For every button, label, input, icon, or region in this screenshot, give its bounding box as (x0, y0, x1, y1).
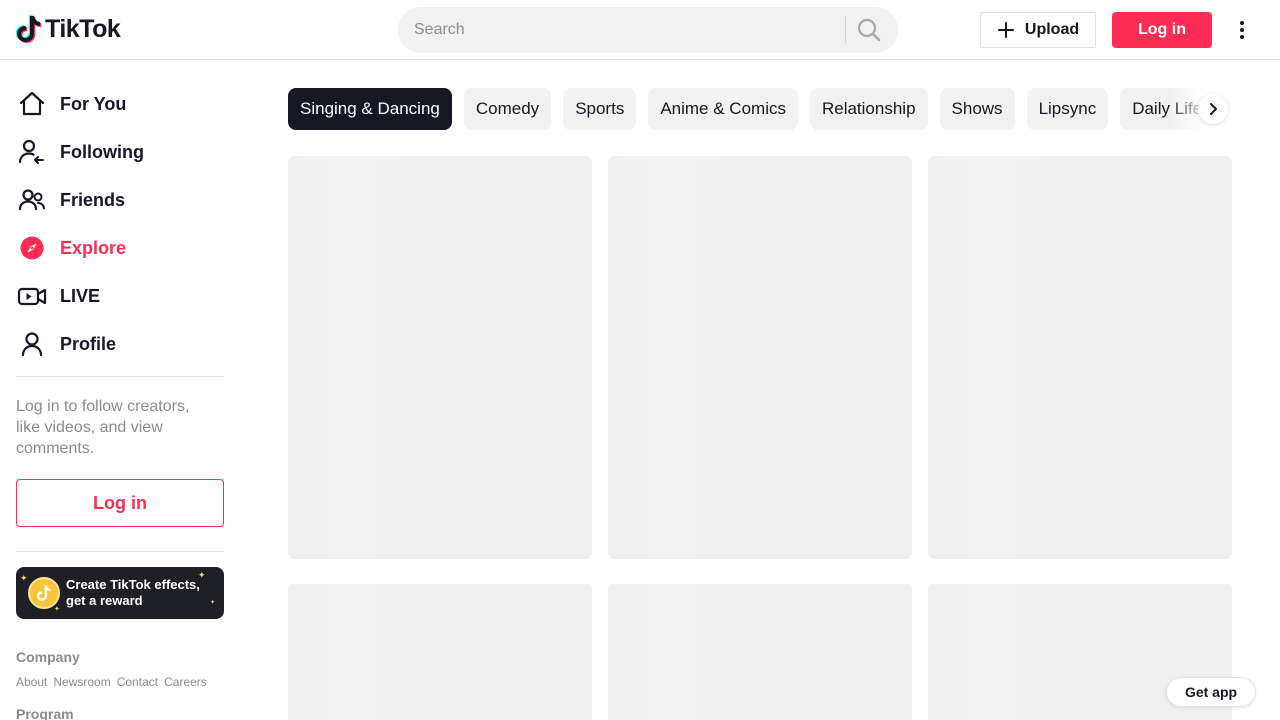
sparkle-icon: ✦ (54, 606, 60, 613)
category-scroll-next-button[interactable] (1198, 94, 1228, 124)
tiktok-note-icon (16, 15, 42, 43)
sidebar-item-label: LIVE (60, 285, 101, 306)
footer-program-heading: Program (16, 706, 74, 720)
category-tabs: Singing & Dancing Comedy Sports Anime & … (288, 88, 1232, 130)
header-login-button[interactable]: Log in (1112, 12, 1212, 48)
video-card-placeholder[interactable] (608, 156, 912, 559)
category-chip-sports[interactable]: Sports (563, 88, 637, 130)
home-icon (19, 91, 45, 116)
footer-link-contact[interactable]: Contact (117, 675, 158, 689)
effects-banner-text: Create TikTok effects, get a reward (66, 577, 200, 608)
category-chip-shows[interactable]: Shows (939, 88, 1015, 130)
video-card-placeholder[interactable] (608, 584, 912, 720)
profile-icon (21, 332, 43, 357)
upload-label: Upload (1024, 21, 1080, 38)
following-icon (18, 139, 44, 164)
footer-link-careers[interactable]: Careers (164, 675, 207, 689)
footer-link-about[interactable]: About (16, 675, 47, 689)
footer-company-links: About Newsroom Contact Careers (16, 675, 207, 689)
more-menu-button[interactable] (1230, 18, 1254, 42)
sidebar-item-for-you[interactable]: For You (16, 80, 224, 128)
video-card-placeholder[interactable] (928, 156, 1232, 559)
video-card-placeholder[interactable] (288, 584, 592, 720)
sidebar-item-following[interactable]: Following (16, 128, 224, 176)
search-icon (857, 18, 881, 42)
chevron-right-icon (1210, 103, 1217, 115)
login-hint-text: Log in to follow creators, like videos, … (16, 398, 190, 457)
compass-icon (20, 236, 44, 260)
sidebar-item-friends[interactable]: Friends (16, 176, 224, 224)
sparkle-icon: ✦ (20, 573, 28, 583)
sidebar-divider (16, 551, 224, 552)
sidebar-login-button[interactable]: Log in (16, 479, 224, 527)
sidebar-item-profile[interactable]: Profile (16, 320, 224, 368)
sidebar-item-label: Friends (60, 189, 126, 210)
search-bar (398, 7, 898, 53)
top-header: TikTok Upload Log in (0, 0, 1280, 60)
category-chip-singing-dancing[interactable]: Singing & Dancing (288, 88, 452, 130)
category-chip-lipsync[interactable]: Lipsync (1026, 88, 1109, 130)
category-chip-comedy[interactable]: Comedy (463, 88, 552, 130)
footer-company-heading: Company (16, 649, 80, 665)
plus-icon (997, 22, 1014, 38)
sidebar-item-live[interactable]: LIVE (16, 272, 224, 320)
logo-text: TikTok (45, 14, 121, 43)
video-card-placeholder[interactable] (288, 156, 592, 559)
friends-icon (18, 189, 45, 211)
tiktok-logo[interactable]: TikTok (16, 14, 121, 44)
live-icon (17, 287, 47, 306)
effects-reward-banner[interactable]: ✦ ✦ ✦ ✦ Create TikTok effects, get a rew… (16, 567, 224, 619)
footer-link-newsroom[interactable]: Newsroom (53, 675, 110, 689)
sidebar-item-label: Following (60, 141, 144, 162)
sidebar-item-label: Explore (60, 237, 127, 258)
sidebar-item-label: For You (60, 93, 127, 114)
tiktok-note-icon (36, 585, 51, 601)
sidebar-divider (16, 376, 224, 377)
sidebar-item-label: Profile (60, 333, 117, 354)
search-button[interactable] (856, 17, 882, 43)
sidebar: For You Following Friends Explore LIVE P… (0, 61, 240, 720)
search-divider (845, 16, 846, 44)
category-chip-anime-comics[interactable]: Anime & Comics (648, 88, 798, 130)
kebab-menu-icon (1240, 21, 1244, 39)
category-chip-relationship[interactable]: Relationship (809, 88, 928, 130)
upload-button[interactable]: Upload (980, 12, 1096, 48)
get-app-button[interactable]: Get app (1166, 677, 1256, 707)
sidebar-item-explore[interactable]: Explore (16, 224, 224, 272)
search-input[interactable] (414, 7, 834, 53)
